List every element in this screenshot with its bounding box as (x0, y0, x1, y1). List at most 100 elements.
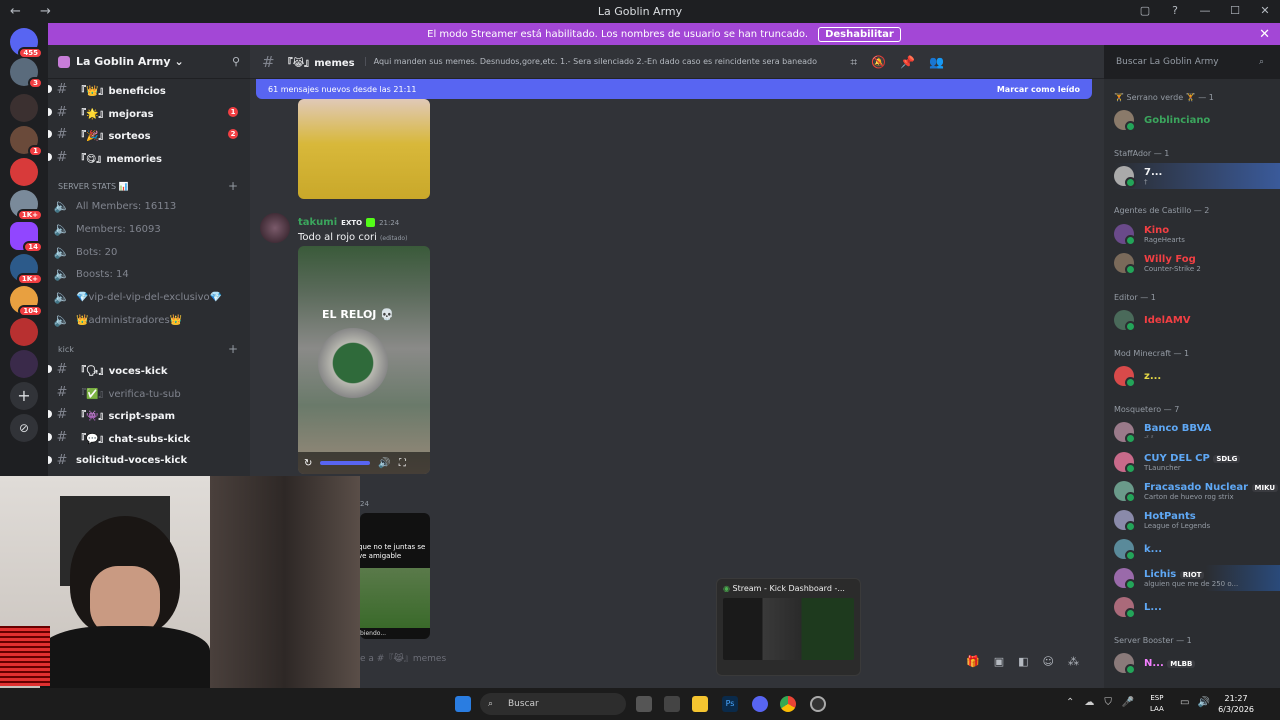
channel-item[interactable]: # 『💬』chat-subs-kick (48, 426, 250, 448)
maximize-button[interactable]: ☐ (1220, 0, 1250, 22)
banner-close-icon[interactable]: ✕ (1259, 27, 1270, 42)
apps-icon[interactable]: ⁂ (1068, 655, 1079, 668)
member-item[interactable]: Fracasado Nuclear MIKU Carton de huevo r… (1114, 478, 1280, 504)
server-icon[interactable]: 1 (10, 126, 43, 157)
server-icon[interactable] (10, 158, 38, 186)
category-kick[interactable]: kick + (58, 342, 238, 356)
channel-topic[interactable]: Aqui manden sus memes. Desnudos,gore,etc… (364, 57, 817, 66)
channel-label: All Members: 16113 (76, 200, 177, 212)
voice-channel-item[interactable]: 🔈 All Members: 16113 (48, 195, 250, 217)
help-icon[interactable]: ? (1160, 0, 1190, 22)
volume-icon[interactable]: 🔊 (378, 458, 390, 469)
member-item[interactable]: HotPants League of Legends (1114, 507, 1280, 533)
display-icon[interactable]: ▭ (1180, 697, 1189, 708)
channel-item[interactable]: # solicitud-voces-kick (48, 449, 250, 471)
category-server-stats[interactable]: SERVER STATS 📊 + (58, 179, 238, 193)
channel-item[interactable]: # 『🌟』mejoras 1 (48, 101, 250, 123)
inbox-icon[interactable]: ▢ (1130, 0, 1160, 22)
avatar[interactable] (260, 213, 290, 243)
member-item[interactable]: L... (1114, 594, 1280, 620)
minimize-button[interactable]: — (1190, 0, 1220, 22)
message-video[interactable]: EL RELOJ 💀 ↻ 🔊 ⛶ (298, 246, 430, 474)
guild-header[interactable]: La Goblin Army ⌄ ⚲ (48, 45, 250, 79)
video-progress[interactable] (320, 461, 371, 465)
clock[interactable]: 21:27 6/3/2026 (1218, 693, 1254, 715)
discord-icon[interactable] (752, 696, 768, 712)
member-item[interactable]: N... MLBB (1114, 650, 1280, 676)
channel-item[interactable]: # 『🎉』sorteos 2 (48, 123, 250, 145)
channel-item[interactable]: # 『🗣』voces-kick (48, 358, 250, 380)
search-input[interactable]: Buscar La Goblin Army ⌕ (1110, 52, 1270, 72)
member-item[interactable]: Kino RageHearts (1114, 221, 1280, 247)
gif-icon[interactable]: ▣ (994, 655, 1004, 668)
chrome-icon[interactable] (780, 696, 796, 712)
window-preview[interactable]: ◉ Stream - Kick Dashboard -... (716, 578, 861, 676)
channel-item[interactable]: # 『✅』verifica-tu-sub (48, 381, 250, 403)
pin-icon[interactable]: 📌 (900, 55, 915, 70)
mark-read-button[interactable]: Marcar como leído (997, 85, 1080, 94)
voice-channel-item[interactable]: 🔈 Members: 16093 (48, 218, 250, 240)
file-explorer-icon[interactable] (692, 696, 708, 712)
member-item[interactable]: 7... † (1114, 163, 1280, 189)
hash-icon: # (56, 149, 68, 165)
fullscreen-icon[interactable]: ⛶ (399, 458, 406, 469)
start-icon[interactable] (455, 696, 471, 712)
replay-icon[interactable]: ↻ (304, 458, 312, 469)
channel-item[interactable]: # 『😋』memories (48, 146, 250, 168)
member-item[interactable]: IdelAMV (1114, 307, 1280, 333)
task-view-icon[interactable] (636, 696, 652, 712)
voice-channel-item[interactable]: 🔈 Bots: 20 (48, 241, 250, 263)
dm-avatar[interactable]: 3 (10, 58, 43, 89)
emoji-icon[interactable]: ☺ (1043, 655, 1054, 668)
new-messages-bar[interactable]: 61 mensajes nuevos desde las 21:11 Marca… (256, 79, 1092, 99)
channel-item[interactable]: # 『👾』script-spam (48, 403, 250, 425)
add-channel-icon[interactable]: + (228, 179, 238, 193)
volume-icon[interactable]: 🔊 (1197, 697, 1209, 708)
voice-channel-item[interactable]: 🔈 Boosts: 14 (48, 263, 250, 285)
close-button[interactable]: ✕ (1250, 0, 1280, 22)
voice-channel-item[interactable]: 🔈 💎vip-del-vip-del-exclusivo💎 (48, 286, 250, 308)
microphone-icon[interactable]: 🎤 (1122, 697, 1134, 708)
member-item[interactable]: Lichis RIOT alguien que me de 250 o... (1114, 565, 1280, 591)
home-button[interactable]: 455 (10, 28, 43, 59)
photoshop-icon[interactable]: Ps (722, 696, 738, 712)
server-icon[interactable] (10, 318, 38, 346)
member-item[interactable]: Goblinciano (1114, 107, 1280, 133)
member-item[interactable]: Willy Fog Counter-Strike 2 (1114, 250, 1280, 276)
hash-icon: # (56, 126, 68, 142)
hash-icon: # (56, 104, 68, 120)
server-icon[interactable]: 1K+ (10, 254, 43, 285)
chevron-up-icon[interactable]: ⌃ (1066, 697, 1074, 708)
member-item[interactable]: z... (1114, 363, 1280, 389)
member-name: Kino (1144, 224, 1170, 236)
member-item[interactable]: Banco BBVA ·ᶻ ᶻ (1114, 419, 1280, 445)
message-image[interactable] (298, 99, 430, 199)
server-icon[interactable]: 1K+ (10, 190, 43, 221)
shield-icon[interactable]: ⛉ (1104, 697, 1112, 708)
mute-icon[interactable]: 🔕 (871, 55, 886, 70)
add-channel-icon[interactable]: + (228, 342, 238, 356)
invite-icon[interactable]: ⚲ (232, 55, 240, 68)
server-icon[interactable]: 14 (10, 222, 43, 253)
language-indicator[interactable]: ESP LAA (1150, 693, 1164, 715)
server-icon[interactable] (10, 94, 38, 122)
app-icon[interactable] (810, 696, 826, 712)
server-icon[interactable] (10, 350, 38, 378)
threads-icon[interactable]: ⌗ (850, 55, 857, 70)
taskbar-search[interactable]: ⌕ Buscar (480, 693, 626, 715)
sticker-icon[interactable]: ◧ (1018, 655, 1028, 668)
cloud-icon[interactable]: ☁ (1084, 697, 1094, 708)
discover-icon[interactable]: ⊘ (10, 414, 38, 442)
server-icon[interactable]: 104 (10, 286, 43, 317)
message-video[interactable]: que no te juntas se ve amigable biendo..… (360, 513, 430, 639)
voice-channel-item[interactable]: 🔈 👑administradores👑 (48, 309, 250, 331)
member-item[interactable]: CUY DEL CP SDLG TLauncher (1114, 449, 1280, 475)
members-icon[interactable]: 👥 (929, 55, 944, 70)
member-item[interactable]: k... (1114, 536, 1280, 562)
disable-streamer-button[interactable]: Deshabilitar (818, 26, 901, 42)
app-icon[interactable] (664, 696, 680, 712)
add-server-icon[interactable]: + (10, 382, 38, 410)
channel-item[interactable]: # 『👑』beneficios (48, 78, 250, 100)
gift-icon[interactable]: 🎁 (966, 655, 980, 668)
message-author[interactable]: takumi (298, 217, 337, 228)
